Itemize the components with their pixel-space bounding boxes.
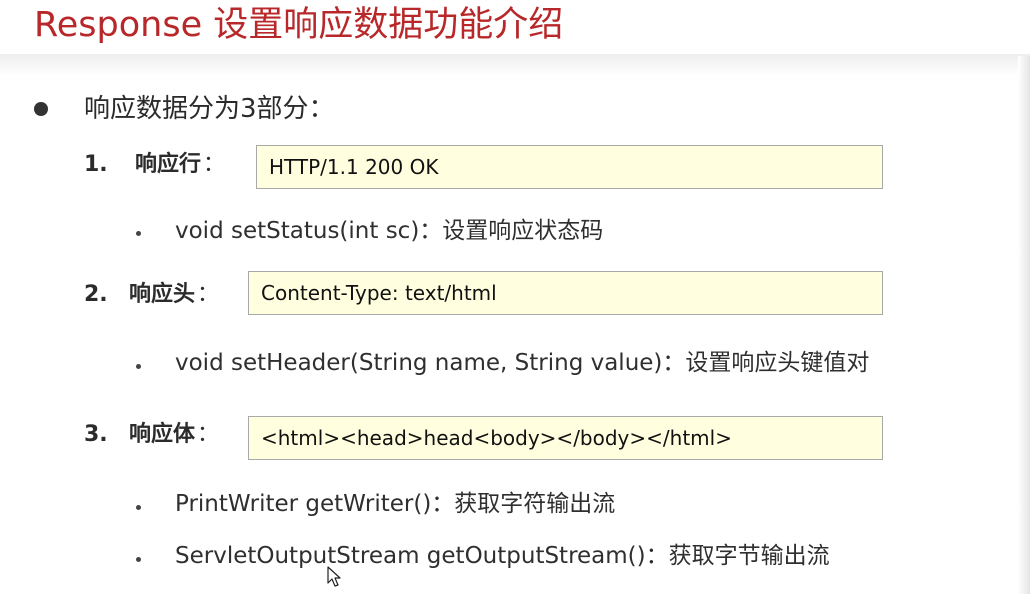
mouse-cursor-icon bbox=[327, 566, 341, 587]
section-2-method-1-bullet-icon bbox=[136, 364, 141, 369]
section-3-method-2-bullet-icon bbox=[136, 557, 141, 562]
section-3-method-1: PrintWriter getWriter()：获取字符输出流 bbox=[175, 491, 616, 517]
section-2-example-box: Content-Type: text/html bbox=[248, 271, 883, 315]
main-bullet-icon bbox=[34, 102, 48, 116]
section-3-method-2: ServletOutputStream getOutputStream()：获取… bbox=[175, 543, 830, 569]
section-2-number: 2. bbox=[84, 282, 108, 307]
section-1-example-box: HTTP/1.1 200 OK bbox=[256, 145, 883, 189]
section-2-colon: ： bbox=[197, 282, 220, 307]
section-1-method-1-bullet-icon bbox=[136, 231, 141, 236]
section-3-colon: ： bbox=[197, 422, 220, 447]
section-1-label: 响应行 bbox=[135, 152, 202, 177]
section-3-label: 响应体 bbox=[129, 422, 196, 447]
section-1-colon: ： bbox=[203, 152, 226, 177]
slide-edge-shadow bbox=[1018, 56, 1030, 594]
section-2-method-1: void setHeader(String name, String value… bbox=[175, 350, 870, 376]
title-underline bbox=[0, 54, 1030, 76]
section-3-example-box: <html><head>head<body></body></html> bbox=[248, 416, 883, 460]
section-2-label: 响应头 bbox=[129, 282, 196, 307]
intro-text: 响应数据分为3部分： bbox=[84, 94, 335, 124]
section-3-number: 3. bbox=[84, 422, 108, 447]
section-1-number: 1. bbox=[84, 152, 108, 177]
slide-title: Response 设置响应数据功能介绍 bbox=[34, 5, 564, 45]
section-1-method-1: void setStatus(int sc)：设置响应状态码 bbox=[175, 218, 604, 244]
section-3-method-1-bullet-icon bbox=[136, 505, 141, 510]
